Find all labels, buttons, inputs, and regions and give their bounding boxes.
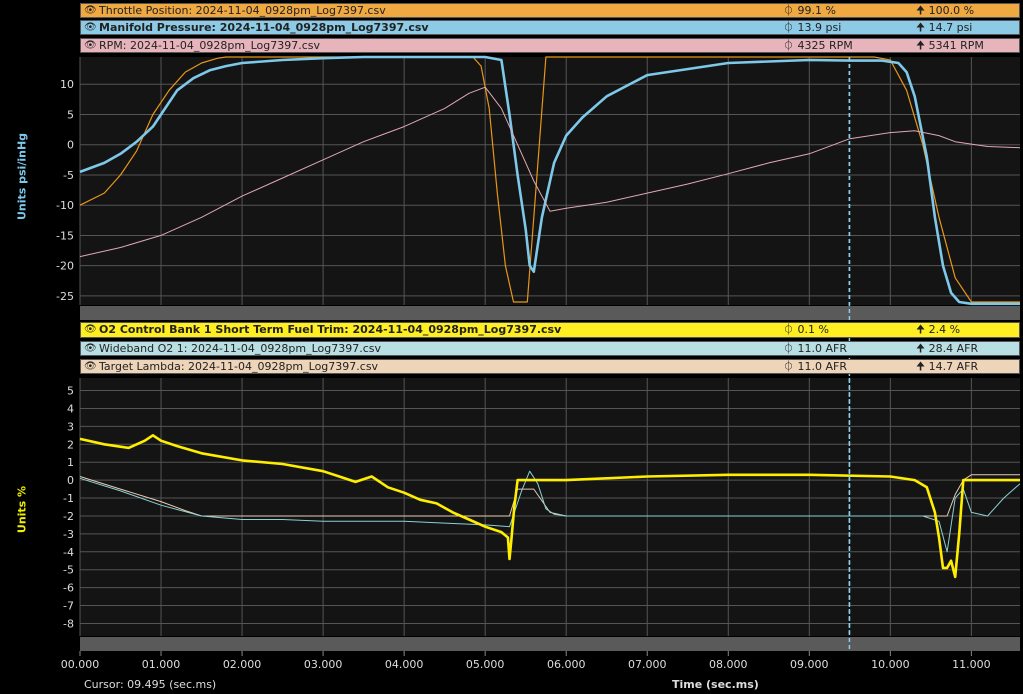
y-tick-label: -10 [56, 199, 74, 212]
max-value: 🠉 5341 RPM [916, 39, 984, 52]
y-tick-label: -15 [56, 229, 74, 242]
eye-icon[interactable]: 👁 [84, 323, 97, 336]
cursor-value: ⏀ 4325 RPM [783, 39, 853, 52]
eye-icon[interactable]: 👁 [84, 21, 97, 34]
y-tick-label: -5 [63, 169, 74, 182]
y-tick-label: 5 [67, 385, 74, 398]
eye-icon[interactable]: 👁 [84, 360, 97, 373]
cursor-icon: ⏀ [783, 4, 798, 17]
series-name: Wideband O2 1: 2024-11-04_0928pm_Log7397… [99, 342, 382, 355]
y-tick-label: -7 [63, 600, 74, 613]
series-name: Manifold Pressure: 2024-11-04_0928pm_Log… [99, 21, 429, 34]
cursor-value: ⏀ 11.0 AFR [783, 342, 847, 355]
y-tick-label: -8 [63, 617, 74, 630]
x-tick-label: 09.000 [790, 658, 829, 671]
y-tick-label: 0 [67, 474, 74, 487]
x-tick-label: 02.000 [223, 658, 262, 671]
top-axis-title: Units psi/inHg [15, 132, 29, 221]
max-value: 🠉 100.0 % [916, 4, 975, 17]
x-tick-label: 03.000 [304, 658, 343, 671]
y-tick-label: -5 [63, 564, 74, 577]
cursor-icon: ⏀ [783, 360, 798, 373]
cursor-value: ⏀ 13.9 psi [783, 21, 842, 34]
cursor-readout: Cursor: 09.495 (sec.ms) [84, 678, 217, 691]
x-tick-label: 05.000 [466, 658, 505, 671]
plot-area[interactable] [80, 378, 1020, 636]
max-arrow-icon: 🠉 [916, 21, 929, 34]
max-arrow-icon: 🠉 [916, 342, 929, 355]
bottom-scrollbar[interactable] [80, 637, 1020, 651]
y-tick-label: -4 [63, 546, 74, 559]
y-tick-label: 1 [67, 456, 74, 469]
cursor-value: ⏀ 0.1 % [783, 323, 829, 336]
eye-icon[interactable]: 👁 [84, 39, 97, 52]
eye-icon[interactable]: 👁 [84, 4, 97, 17]
max-arrow-icon: 🠉 [916, 39, 929, 52]
y-tick-label: -3 [63, 528, 74, 541]
header-wideband-o2[interactable]: 👁 Wideband O2 1: 2024-11-04_0928pm_Log73… [80, 341, 1020, 356]
x-tick-label: 08.000 [709, 658, 748, 671]
max-arrow-icon: 🠉 [916, 4, 929, 17]
header-target-lambda[interactable]: 👁 Target Lambda: 2024-11-04_0928pm_Log73… [80, 359, 1020, 374]
eye-icon[interactable]: 👁 [84, 342, 97, 355]
series-name: Target Lambda: 2024-11-04_0928pm_Log7397… [99, 360, 379, 373]
x-tick-label: 04.000 [385, 658, 424, 671]
y-tick-label: 5 [67, 108, 74, 121]
max-value: 🠉 14.7 psi [916, 21, 973, 34]
cursor-icon: ⏀ [783, 21, 798, 34]
y-tick-label: 4 [67, 402, 74, 415]
x-tick-label: 11.000 [952, 658, 991, 671]
series-name: RPM: 2024-11-04_0928pm_Log7397.csv [99, 39, 321, 52]
y-tick-label: -20 [56, 260, 74, 273]
header-short-term-fuel-trim[interactable]: 👁 O2 Control Bank 1 Short Term Fuel Trim… [80, 322, 1020, 338]
x-tick-label: 00.000 [61, 658, 100, 671]
panel-top-plot[interactable]: 10 5 0 -5 -10 -15 -20 -25 [56, 55, 1021, 306]
max-arrow-icon: 🠉 [916, 323, 929, 336]
top-scrollbar[interactable] [80, 306, 1020, 320]
header-throttle-position[interactable]: 👁 Throttle Position: 2024-11-04_0928pm_L… [80, 3, 1020, 18]
cursor-icon: ⏀ [783, 342, 798, 355]
panel-bottom-plot[interactable]: 5 4 3 2 1 0 -1 -2 -3 -4 -5 -6 -7 -8 [63, 378, 1021, 636]
bottom-axis-title: Units % [15, 485, 29, 534]
cursor-icon: ⏀ [783, 39, 798, 52]
y-tick-label: 0 [67, 139, 74, 152]
x-tick-label: 06.000 [547, 658, 586, 671]
series-name: Throttle Position: 2024-11-04_0928pm_Log… [99, 4, 386, 17]
x-tick-label: 01.000 [142, 658, 181, 671]
y-tick-label: -6 [63, 582, 74, 595]
cursor-icon: ⏀ [783, 323, 798, 336]
x-tick-label: 10.000 [871, 658, 910, 671]
y-tick-label: 2 [67, 438, 74, 451]
header-rpm[interactable]: 👁 RPM: 2024-11-04_0928pm_Log7397.csv ⏀ 4… [80, 38, 1020, 53]
y-tick-label: 3 [67, 420, 74, 433]
max-value: 🠉 2.4 % [916, 323, 961, 336]
x-tick-label: 07.000 [628, 658, 667, 671]
max-arrow-icon: 🠉 [916, 360, 929, 373]
max-value: 🠉 28.4 AFR [916, 342, 979, 355]
cursor-value: ⏀ 11.0 AFR [783, 360, 847, 373]
y-tick-label: -2 [63, 510, 74, 523]
y-tick-label: 10 [60, 78, 74, 91]
header-manifold-pressure[interactable]: 👁 Manifold Pressure: 2024-11-04_0928pm_L… [80, 20, 1020, 35]
y-tick-label: -25 [56, 290, 74, 303]
max-value: 🠉 14.7 AFR [916, 360, 979, 373]
series-name: O2 Control Bank 1 Short Term Fuel Trim: … [99, 323, 562, 336]
y-tick-label: -1 [63, 492, 74, 505]
cursor-value: ⏀ 99.1 % [783, 4, 836, 17]
time-axis-title: Time (sec.ms) [672, 678, 759, 691]
